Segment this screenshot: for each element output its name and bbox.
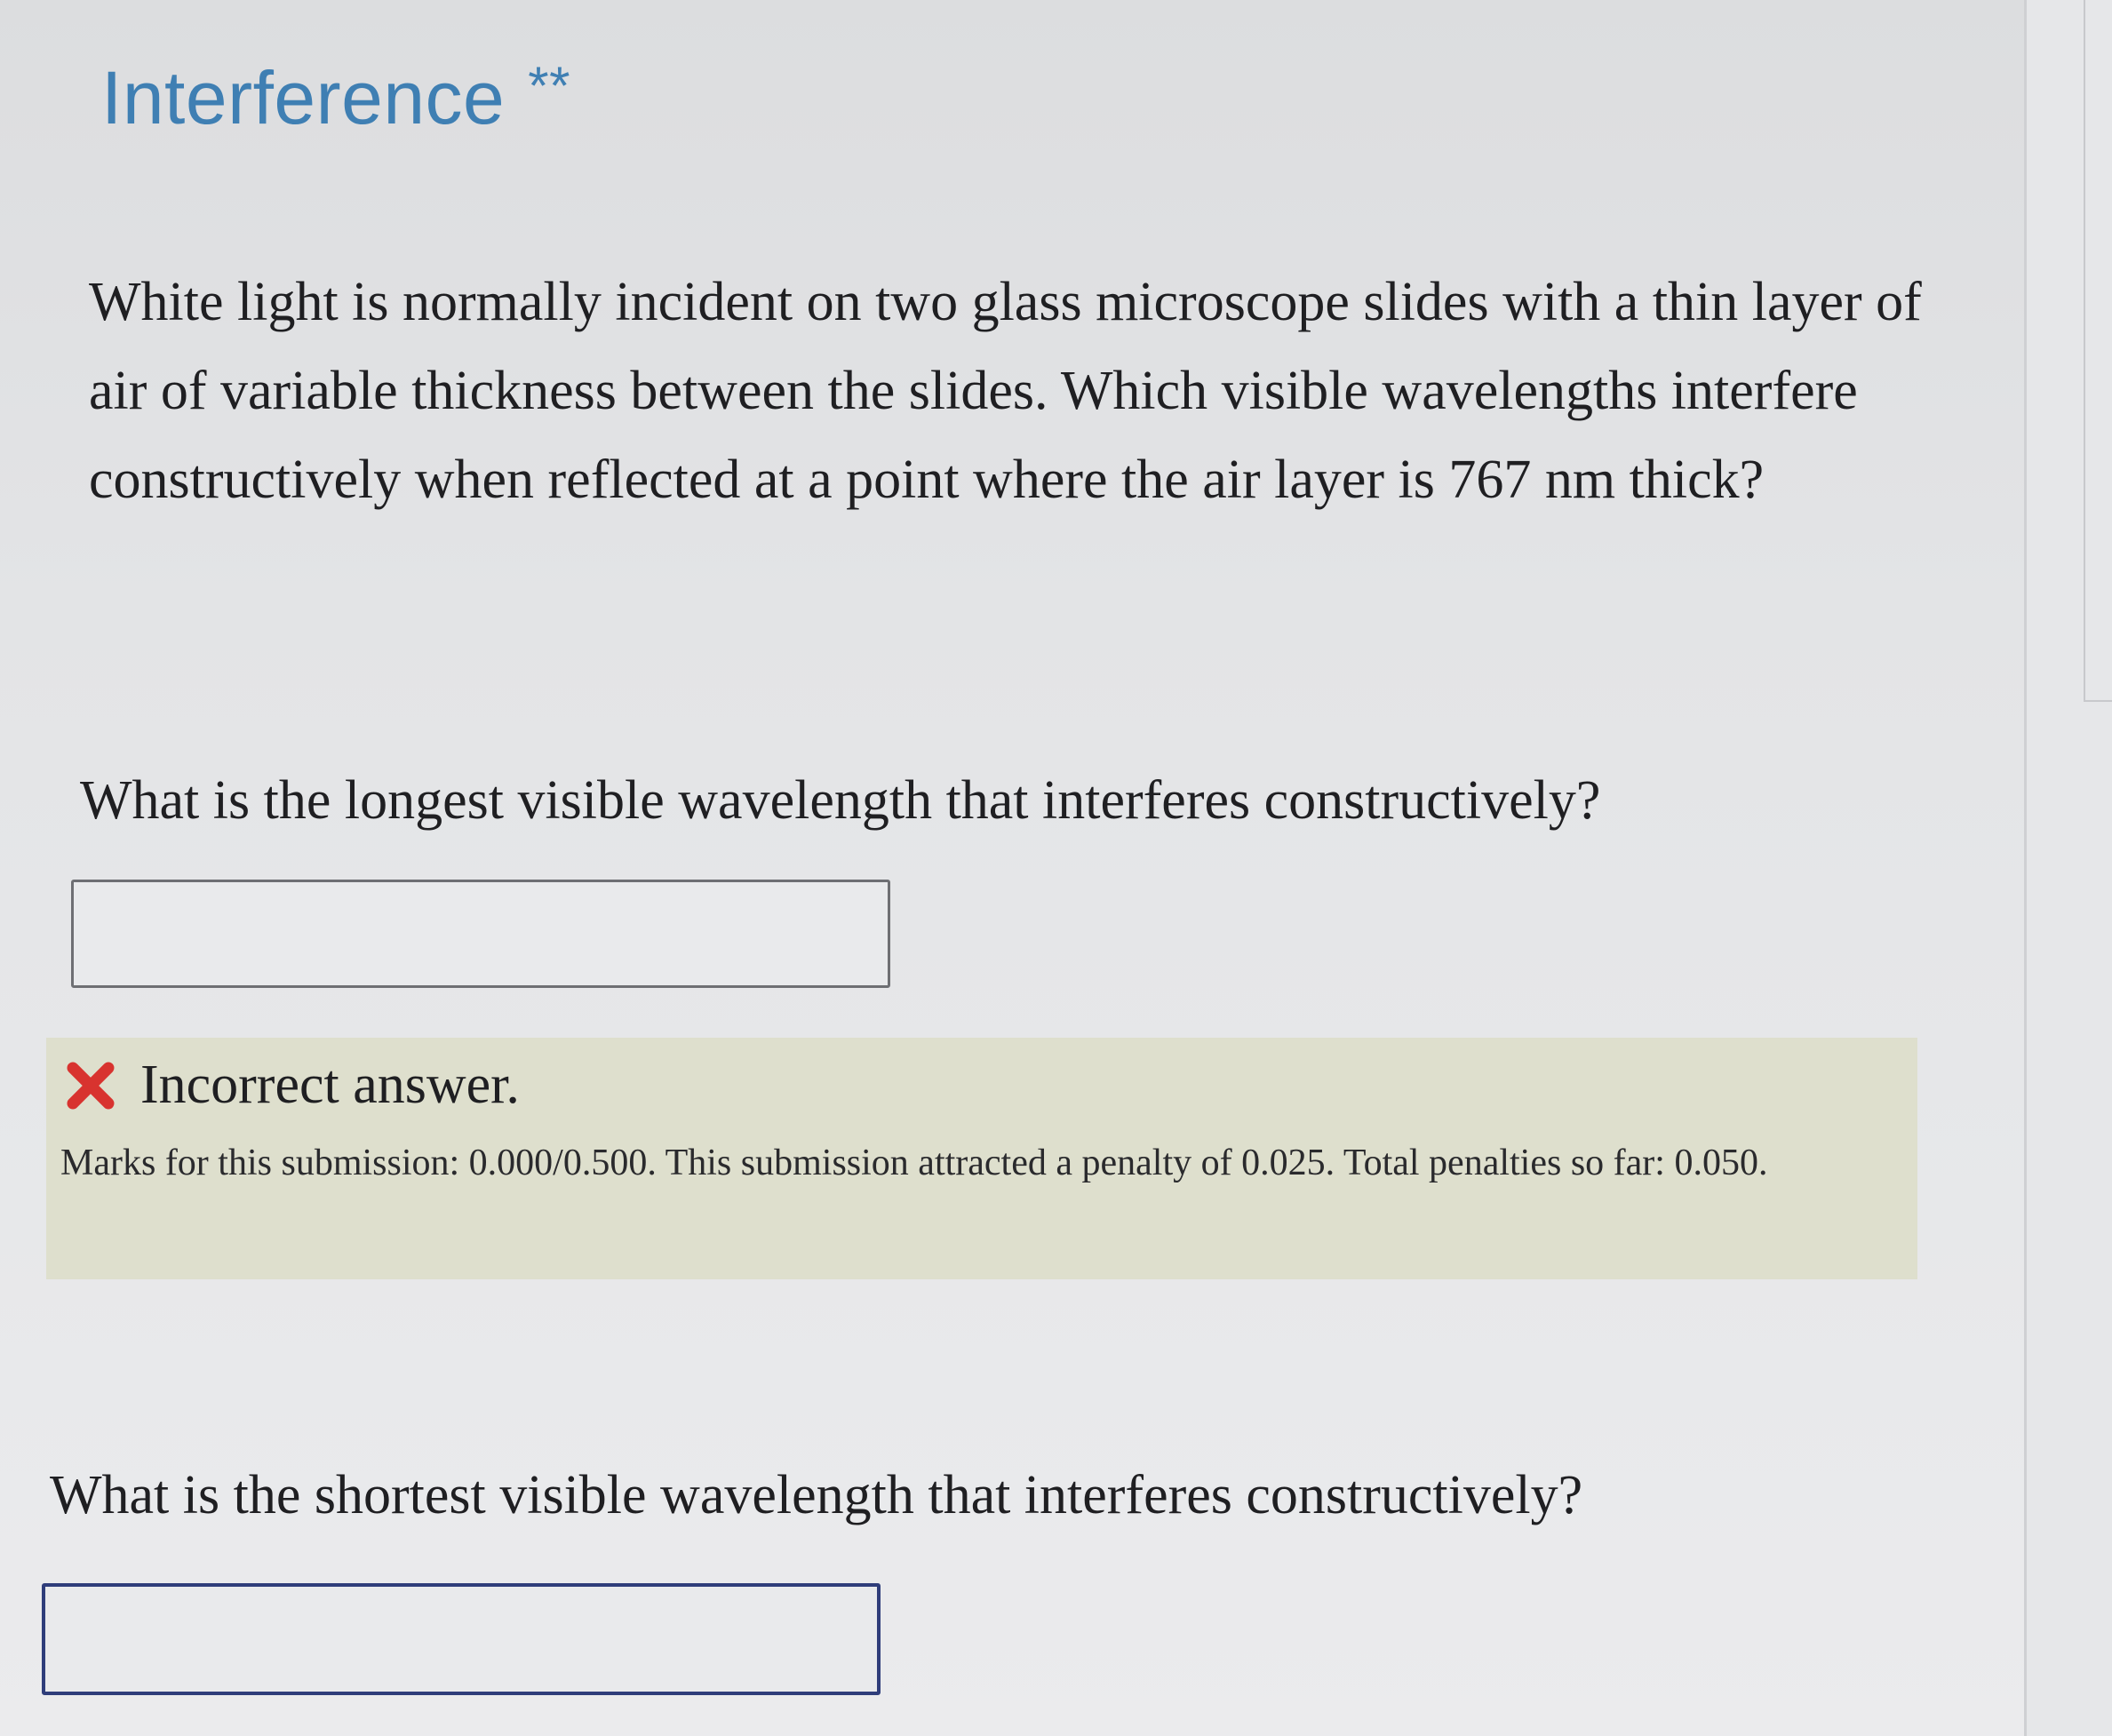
part1-prompt: What is the longest visible wavelength t… [80,770,1601,831]
sidebar-edge [2084,0,2085,702]
x-icon [67,1062,115,1109]
feedback-box: Incorrect answer. Marks for this submiss… [46,1038,1917,1279]
feedback-marks-text: Marks for this submission: 0.000/0.500. … [60,1143,1768,1183]
feedback-status: Incorrect answer. [66,1054,520,1117]
right-sidebar [2027,0,2112,1736]
question-page: Interference ** White light is normally i… [0,0,2024,1736]
feedback-status-text: Incorrect answer. [140,1055,520,1115]
part2-prompt: What is the shortest visible wavelength … [50,1465,1583,1525]
part2-answer-input[interactable] [42,1583,881,1695]
title-text: Interference [101,56,506,139]
sidebar-edge-bottom [2084,700,2112,702]
question-title: Interference ** [101,55,570,141]
question-text: White light is normally incident on two … [89,272,1922,510]
part1-answer-input[interactable] [71,880,890,988]
difficulty-stars: ** [528,56,570,115]
